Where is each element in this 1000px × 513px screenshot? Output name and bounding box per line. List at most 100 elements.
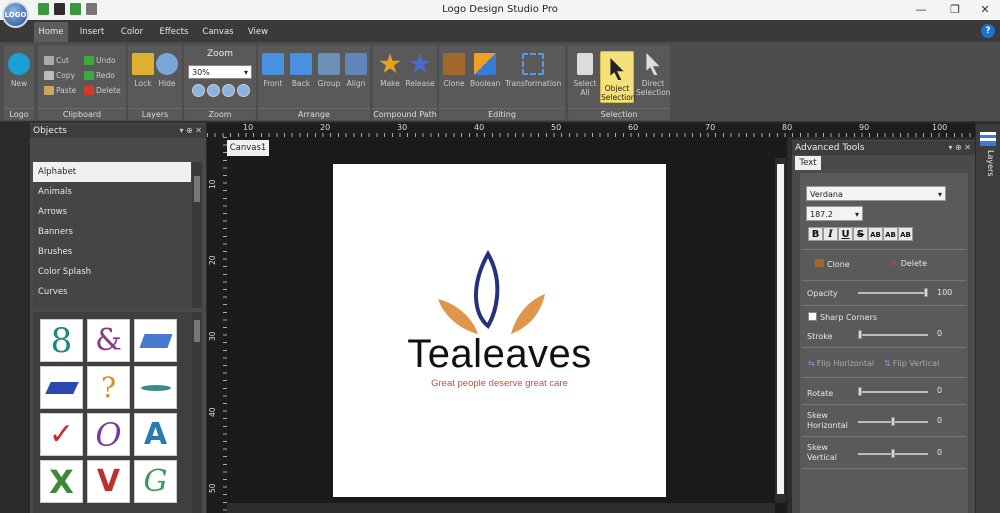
bold-button[interactable]: B — [808, 227, 823, 241]
tab-view[interactable]: View — [243, 22, 273, 42]
back-button[interactable]: Back — [286, 47, 316, 103]
thumbnail-scrollbar[interactable] — [192, 312, 202, 513]
hide-button[interactable]: Hide — [152, 47, 182, 103]
category-banners[interactable]: Banners — [33, 222, 191, 242]
delete-button[interactable]: Delete — [84, 83, 121, 98]
layers-tab-label[interactable]: Layers — [986, 150, 995, 176]
star-icon — [379, 53, 401, 74]
thumb-letter-g[interactable]: G — [134, 460, 177, 503]
undo-button[interactable]: Undo — [84, 53, 116, 68]
close-button[interactable]: ✕ — [970, 0, 1000, 20]
tab-insert[interactable]: Insert — [76, 22, 108, 42]
new-logo-button[interactable]: New — [4, 47, 34, 103]
paste-button[interactable]: Paste — [44, 83, 76, 98]
canvas-horizontal-scrollbar[interactable] — [227, 503, 775, 513]
stroke-slider-handle[interactable] — [858, 330, 862, 339]
release-button[interactable]: Release — [405, 47, 435, 103]
thumb-letter-v[interactable]: V — [87, 460, 130, 503]
category-brushes[interactable]: Brushes — [33, 242, 191, 262]
opacity-slider-track[interactable] — [858, 292, 928, 294]
copy-label: Copy — [56, 71, 76, 80]
rotate-slider-handle[interactable] — [858, 387, 862, 396]
strikethrough-button[interactable]: S — [853, 227, 868, 241]
ruler-label: 60 — [628, 123, 639, 132]
category-animals[interactable]: Animals — [33, 182, 191, 202]
zoom-in-icon[interactable] — [207, 84, 220, 97]
restore-button[interactable]: ❐ — [940, 0, 970, 20]
transformation-button[interactable]: Transformation — [505, 47, 561, 103]
tab-text[interactable]: Text — [795, 156, 821, 170]
tab-home[interactable]: Home — [34, 22, 68, 42]
thumb-globe[interactable]: A — [134, 413, 177, 456]
tab-color[interactable]: Color — [116, 22, 148, 42]
rotate-slider-track[interactable] — [858, 391, 928, 393]
category-alphabet[interactable]: Alphabet — [33, 162, 191, 182]
skew-vertical-handle[interactable] — [891, 449, 895, 458]
thumb-checkmark[interactable]: ✓ — [40, 413, 83, 456]
group-button[interactable]: Group — [314, 47, 344, 103]
layers-side-tab[interactable] — [976, 124, 1000, 513]
underline-button[interactable]: U — [838, 227, 853, 241]
thumb-question[interactable]: ? — [87, 366, 130, 409]
canvas-tab[interactable]: Canvas1 — [227, 140, 269, 156]
font-family-select[interactable]: Verdana ▾ — [806, 186, 946, 201]
front-button[interactable]: Front — [258, 47, 288, 103]
copy-button[interactable]: Copy — [44, 68, 75, 83]
leaf-logo-graphic[interactable] — [333, 164, 666, 497]
zoom-fit-icon[interactable] — [192, 84, 205, 97]
panel-controls-icon[interactable]: ▾ ⊕ ✕ — [948, 141, 971, 155]
stroke-slider-track[interactable] — [858, 334, 928, 336]
object-thumbnails: 8 & ? ✓ O A X V G — [33, 312, 202, 513]
help-icon[interactable]: ? — [981, 24, 995, 38]
tab-effects[interactable]: Effects — [156, 22, 192, 42]
thumb-ampersand[interactable]: & — [87, 319, 130, 362]
make-button[interactable]: Make — [375, 47, 405, 103]
thumb-letter-x[interactable]: X — [40, 460, 83, 503]
clone-text-button[interactable]: Clone — [815, 259, 850, 269]
skew-vertical-label: Skew Vertical — [807, 443, 837, 463]
thumb-letter-o[interactable]: O — [87, 413, 130, 456]
rotate-label: Rotate — [807, 389, 834, 398]
align-button[interactable]: Align — [341, 47, 371, 103]
uppercase-button[interactable]: AB — [868, 227, 883, 241]
boolean-button[interactable]: Boolean — [470, 47, 500, 103]
zoom-actual-icon[interactable] — [237, 84, 250, 97]
superscript-button[interactable]: AB — [883, 227, 898, 241]
minimize-button[interactable]: — — [906, 0, 936, 20]
thumb-letter-8[interactable]: 8 — [40, 319, 83, 362]
category-scrollbar[interactable] — [192, 162, 202, 308]
skew-horizontal-handle[interactable] — [891, 417, 895, 426]
opacity-slider-handle[interactable] — [924, 288, 928, 297]
flip-vertical-button[interactable]: ⇅ Flip Vertical — [884, 359, 939, 368]
boolean-icon — [474, 53, 496, 75]
group-logo: New Logo — [4, 45, 34, 120]
category-arrows[interactable]: Arrows — [33, 202, 191, 222]
subscript-button[interactable]: AB — [898, 227, 913, 241]
delete-text-button[interactable]: ✕ Delete — [891, 259, 927, 268]
clone-button[interactable]: Clone — [439, 47, 469, 103]
select-all-button[interactable]: Select All — [570, 47, 600, 103]
panel-controls-icon[interactable]: ▾ ⊕ ✕ — [179, 124, 202, 138]
zoom-select[interactable]: 30% ▾ — [188, 65, 252, 79]
logo-wordmark[interactable]: Tealeaves — [333, 332, 666, 377]
object-selection-button[interactable]: Object Selection — [600, 51, 636, 103]
zoom-out-icon[interactable] — [222, 84, 235, 97]
divider — [802, 305, 966, 306]
flip-horizontal-button[interactable]: ⇆ Flip Horizontal — [808, 359, 874, 368]
italic-button[interactable]: I — [823, 227, 838, 241]
cut-button[interactable]: Cut — [44, 53, 69, 68]
redo-button[interactable]: Redo — [84, 68, 115, 83]
app-logo[interactable]: LOGO — [2, 1, 29, 28]
thumb-dp-mark[interactable] — [40, 366, 83, 409]
design-canvas[interactable]: Tealeaves Great people deserve great car… — [333, 164, 666, 497]
thumb-jp-mark[interactable] — [134, 319, 177, 362]
font-size-select[interactable]: 187.2 ▾ — [806, 206, 863, 221]
logo-tagline[interactable]: Great people deserve great care — [333, 378, 666, 389]
canvas-vertical-scrollbar[interactable] — [775, 158, 786, 503]
direct-selection-button[interactable]: Direct Selection — [636, 47, 671, 103]
sharp-corners-checkbox[interactable] — [808, 312, 817, 321]
category-color-splash[interactable]: Color Splash — [33, 262, 191, 282]
category-curves[interactable]: Curves — [33, 282, 191, 302]
tab-canvas[interactable]: Canvas — [200, 22, 236, 42]
thumb-swoosh[interactable] — [134, 366, 177, 409]
